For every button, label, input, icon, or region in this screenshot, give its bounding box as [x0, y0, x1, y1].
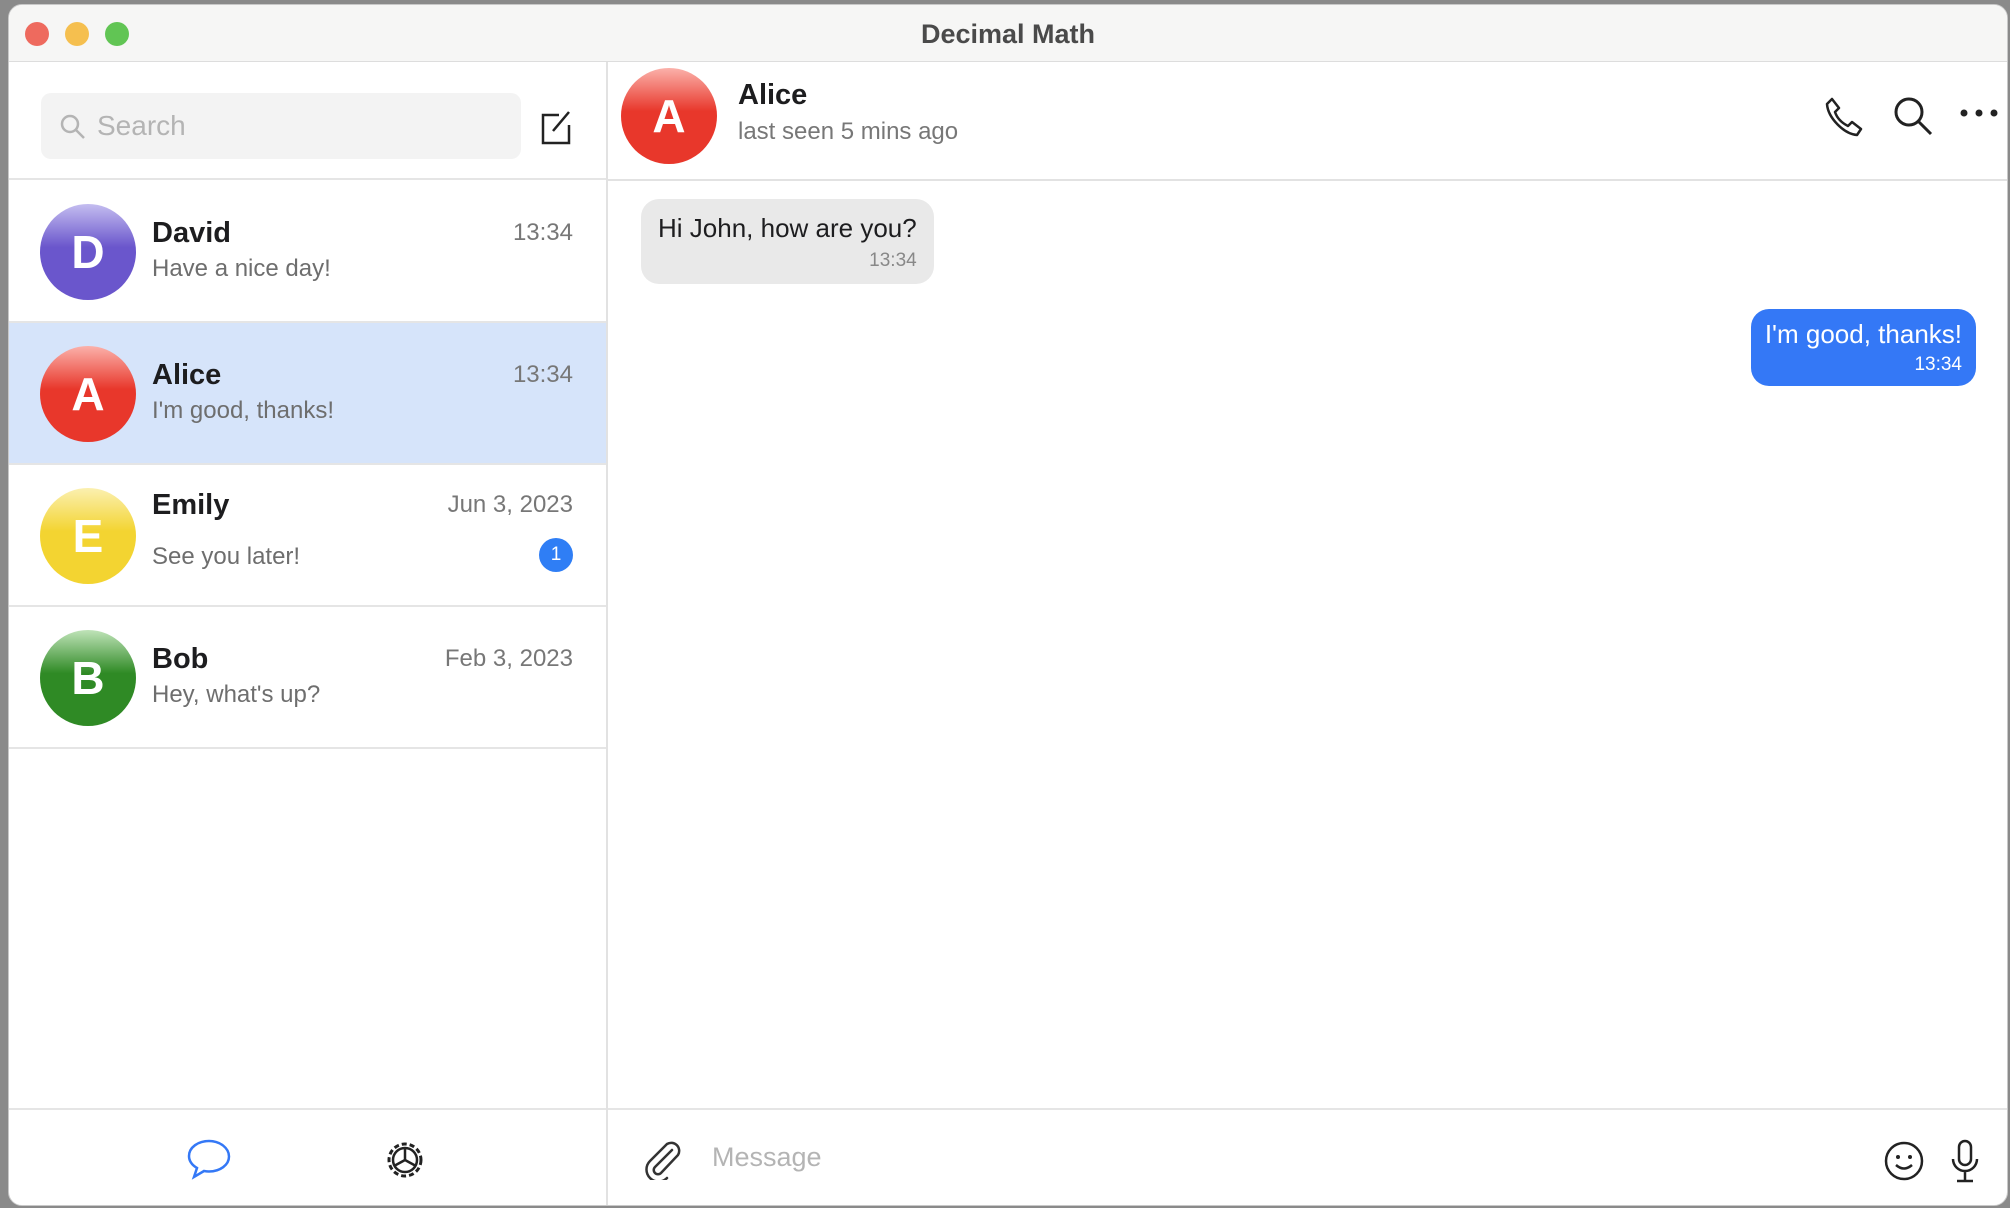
app-window: Decimal Math Search D David 13:34 Have a…: [8, 4, 2008, 1206]
avatar: B: [40, 630, 136, 726]
chat-list-item-david[interactable]: D David 13:34 Have a nice day!: [9, 181, 606, 323]
settings-tab-icon[interactable]: [383, 1138, 427, 1182]
search-placeholder: Search: [97, 110, 186, 141]
chat-list-item-alice[interactable]: A Alice 13:34 I'm good, thanks!: [9, 323, 606, 465]
chat-time: 13:34: [512, 361, 573, 388]
compose-icon[interactable]: [539, 109, 573, 145]
outgoing-message: I'm good, thanks! 13:34: [1750, 309, 1976, 386]
message-input[interactable]: Message: [712, 1142, 822, 1173]
emoji-icon[interactable]: [1883, 1140, 1925, 1182]
message-time: 13:34: [869, 250, 917, 271]
avatar: E: [40, 488, 136, 584]
chat-list-item-bob[interactable]: B Bob Feb 3, 2023 Hey, what's up?: [9, 607, 606, 749]
chat-time: Feb 3, 2023: [444, 645, 573, 672]
sidebar-header: Search: [9, 62, 606, 180]
chat-time: 13:34: [512, 219, 573, 246]
chat-name: David: [152, 217, 231, 249]
unread-badge: 1: [539, 538, 573, 572]
search-icon: [60, 114, 85, 139]
chats-tab-icon[interactable]: [186, 1138, 232, 1180]
message-time: 13:34: [1914, 354, 1962, 375]
search-messages-icon[interactable]: [1892, 95, 1934, 137]
window-title: Decimal Math: [920, 19, 1096, 49]
search-input[interactable]: Search: [41, 93, 521, 159]
chat-name: Emily: [152, 489, 230, 521]
chat-time: Jun 3, 2023: [447, 491, 573, 518]
chat-preview: See you later!: [152, 543, 301, 570]
chat-preview: Have a nice day!: [152, 255, 331, 282]
message-text: Hi John, how are you?: [658, 213, 917, 243]
phone-icon[interactable]: [1824, 96, 1866, 138]
message-composer: Message: [608, 1108, 2007, 1205]
avatar: D: [40, 204, 136, 300]
contact-status: last seen 5 mins ago: [738, 118, 959, 145]
title-bar: Decimal Math: [9, 5, 2007, 62]
microphone-icon[interactable]: [1948, 1138, 1982, 1184]
incoming-message: Hi John, how are you? 13:34: [641, 199, 934, 284]
contact-avatar: A: [621, 68, 717, 164]
attachment-icon[interactable]: [642, 1136, 684, 1180]
contact-name: Alice: [738, 79, 808, 111]
message-text: I'm good, thanks!: [1764, 319, 1962, 349]
more-options-icon[interactable]: [1959, 107, 1999, 119]
avatar: A: [40, 346, 136, 442]
chat-preview: Hey, what's up?: [152, 681, 321, 708]
sidebar-tab-bar: [9, 1108, 606, 1205]
chat-preview: I'm good, thanks!: [152, 397, 335, 424]
chat-name: Alice: [152, 359, 222, 391]
chat-name: Bob: [152, 643, 209, 675]
conversation-header: A Alice last seen 5 mins ago: [608, 62, 2007, 181]
sidebar: Search D David 13:34 Have a nice day! A …: [9, 62, 608, 1205]
conversation-pane: A Alice last seen 5 mins ago Hi John, ho…: [608, 62, 2007, 1205]
chat-list-item-emily[interactable]: E Emily Jun 3, 2023 See you later! 1: [9, 465, 606, 607]
